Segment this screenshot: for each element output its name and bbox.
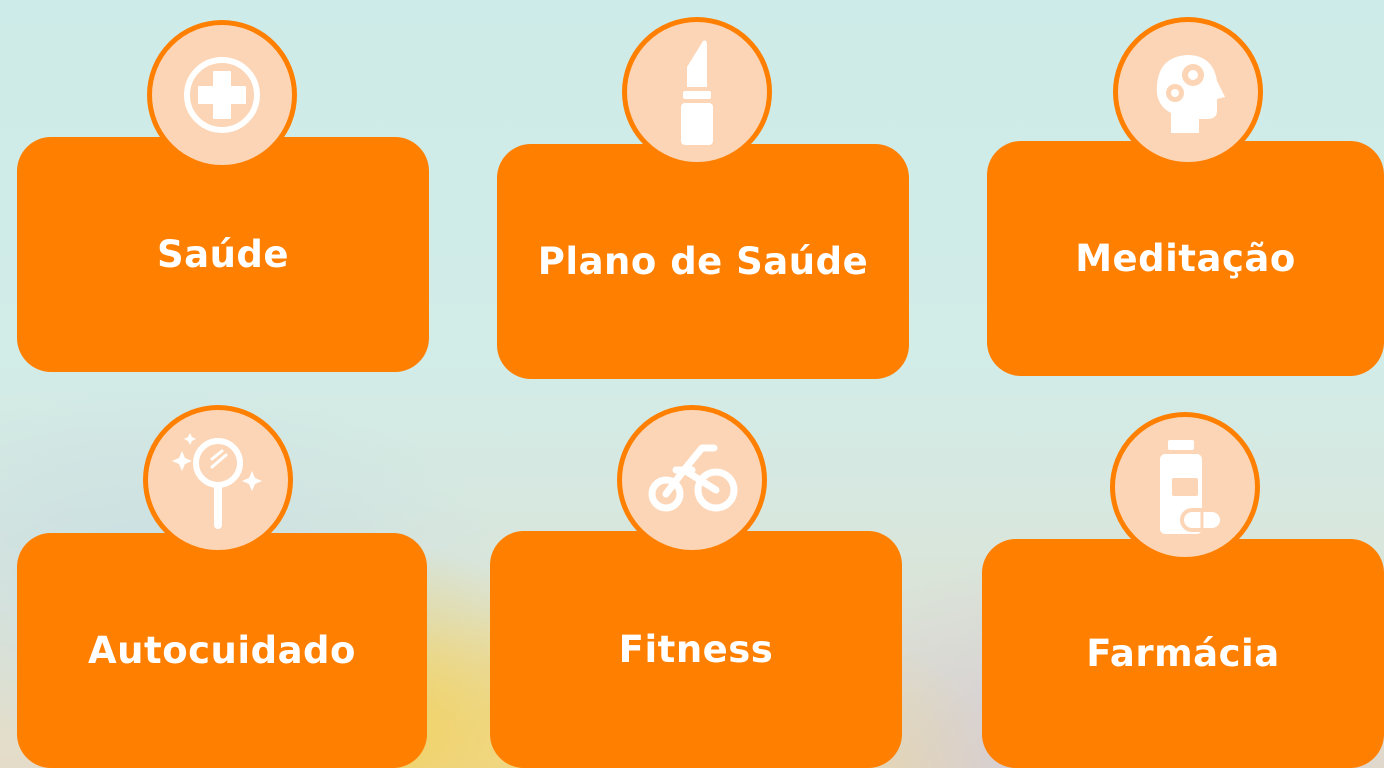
card-meditacao[interactable]: Meditação [987,141,1384,376]
badge-farmacia [1110,412,1260,562]
card-label: Farmácia [1086,632,1280,675]
sparkling-mirror-icon [168,425,268,535]
medicine-bottle-icon [1140,432,1230,542]
card-label: Autocuidado [88,629,356,672]
lipstick-icon [667,37,727,147]
card-farmacia[interactable]: Farmácia [982,539,1384,768]
badge-saude [147,20,297,170]
bicycle-icon [642,440,742,520]
card-label: Fitness [618,628,774,671]
badge-meditacao [1113,17,1263,167]
badge-autocuidado [143,405,293,555]
card-autocuidado[interactable]: Autocuidado [17,533,427,768]
card-fitness[interactable]: Fitness [490,531,902,768]
medical-cross-icon [177,50,267,140]
badge-plano-de-saude [622,17,772,167]
card-label: Meditação [1075,237,1296,280]
card-saude[interactable]: Saúde [17,137,429,372]
card-plano-de-saude[interactable]: Plano de Saúde [497,144,909,379]
badge-fitness [617,405,767,555]
card-label: Plano de Saúde [537,240,869,283]
card-label: Saúde [156,233,290,276]
head-gears-icon [1143,47,1233,137]
